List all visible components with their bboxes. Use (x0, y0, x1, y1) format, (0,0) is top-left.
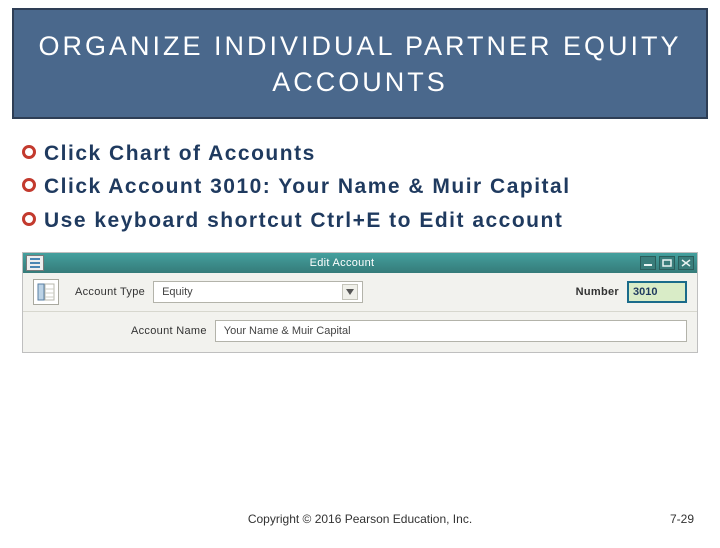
row-account-type: Account Type Equity Number 3010 (23, 273, 697, 312)
edit-account-window: Edit Account (22, 252, 698, 353)
account-type-select[interactable]: Equity (153, 281, 363, 303)
form-area: Account Type Equity Number 3010 Account … (23, 273, 697, 352)
bullet-item: Click Chart of Accounts (22, 137, 698, 171)
system-menu-icon[interactable] (26, 255, 44, 271)
slide: ORGANIZE INDIVIDUAL PARTNER EQUITY ACCOU… (0, 8, 720, 548)
slide-title: ORGANIZE INDIVIDUAL PARTNER EQUITY ACCOU… (24, 28, 696, 101)
bullet-text: Use keyboard shortcut Ctrl+E to Edit acc… (44, 204, 698, 238)
bullet-ring-icon (22, 178, 36, 192)
account-type-label: Account Type (75, 286, 145, 298)
title-line-1: ORGANIZE INDIVIDUAL PARTNER EQUITY (38, 31, 681, 61)
window-buttons (640, 256, 694, 270)
bullet-text: Click Account 3010: Your Name & Muir Cap… (44, 170, 698, 204)
number-value: 3010 (633, 286, 657, 298)
maximize-button[interactable] (659, 256, 675, 270)
account-name-label: Account Name (131, 325, 207, 337)
window-title: Edit Account (44, 257, 640, 269)
bullet-item: Click Account 3010: Your Name & Muir Cap… (22, 170, 698, 204)
number-label: Number (576, 286, 619, 298)
number-field[interactable]: 3010 (627, 281, 687, 303)
window-titlebar: Edit Account (23, 253, 697, 273)
page-number: 7-29 (670, 512, 694, 526)
bullet-list: Click Chart of Accounts Click Account 30… (22, 137, 698, 238)
title-banner: ORGANIZE INDIVIDUAL PARTNER EQUITY ACCOU… (12, 8, 708, 119)
bullet-item: Use keyboard shortcut Ctrl+E to Edit acc… (22, 204, 698, 238)
row-account-name: Account Name Your Name & Muir Capital (23, 312, 697, 352)
bullet-ring-icon (22, 212, 36, 226)
close-button[interactable] (678, 256, 694, 270)
minimize-button[interactable] (640, 256, 656, 270)
account-type-icon (33, 279, 59, 305)
footer-copyright: Copyright © 2016 Pearson Education, Inc. (0, 512, 720, 526)
account-type-value: Equity (162, 286, 193, 298)
account-name-field[interactable]: Your Name & Muir Capital (215, 320, 687, 342)
title-line-2: ACCOUNTS (272, 67, 448, 97)
bullet-ring-icon (22, 145, 36, 159)
bullet-text: Click Chart of Accounts (44, 137, 698, 171)
account-name-value: Your Name & Muir Capital (224, 325, 351, 337)
chevron-down-icon (342, 284, 358, 300)
